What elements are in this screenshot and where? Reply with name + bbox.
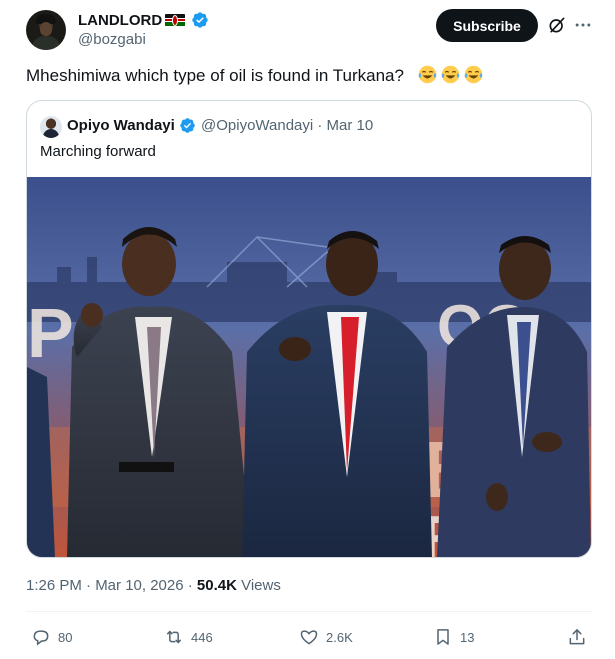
divider xyxy=(26,611,592,612)
like-button[interactable]: 2.6K xyxy=(299,627,353,647)
views-count: 50.4K xyxy=(196,577,237,594)
quoted-author-avatar[interactable] xyxy=(40,116,62,138)
verified-badge-icon xyxy=(180,118,195,133)
quoted-tweet-card[interactable]: Opiyo Wandayi @OpiyoWandayi · Mar 10 Mar… xyxy=(26,100,592,558)
quoted-author-name-row[interactable]: Opiyo Wandayi xyxy=(67,117,196,134)
quoted-tweet-text: Marching forward xyxy=(40,143,156,160)
author-avatar[interactable] xyxy=(26,10,66,50)
tweet-meta: 1:26 PM · Mar 10, 2026 · 50.4K Views xyxy=(26,577,281,594)
bookmark-button[interactable]: 13 xyxy=(433,627,474,647)
quoted-tweet-photo[interactable]: P OO B RO xyxy=(27,177,591,558)
quoted-author-name[interactable]: Opiyo Wandayi xyxy=(67,117,175,134)
subscribe-button[interactable]: Subscribe xyxy=(436,9,538,42)
share-icon xyxy=(569,629,585,645)
more-options-icon[interactable] xyxy=(573,15,593,35)
bookmark-icon xyxy=(437,629,449,645)
tweet-text: Mheshimiwa which type of oil is found in… xyxy=(26,66,404,85)
tweet: LANDLORD @bozgabi Subscribe Mheshimiwa w… xyxy=(0,0,615,659)
share-button[interactable] xyxy=(567,627,587,647)
svg-text:P: P xyxy=(27,294,74,372)
repost-count: 446 xyxy=(191,629,213,645)
bookmark-count: 13 xyxy=(460,629,475,645)
reply-button[interactable]: 80 xyxy=(31,627,72,647)
laugh-crying-icon xyxy=(418,65,437,84)
repost-button[interactable]: 446 xyxy=(164,627,213,647)
kenya-flag-icon xyxy=(165,13,186,27)
laugh-crying-icon xyxy=(464,65,483,84)
verified-badge-icon xyxy=(192,12,208,28)
reply-icon xyxy=(33,630,49,646)
laugh-crying-icon xyxy=(441,65,460,84)
author-name[interactable]: LANDLORD xyxy=(78,12,162,29)
author-name-row[interactable]: LANDLORD xyxy=(78,11,209,29)
repost-icon xyxy=(167,630,181,644)
grok-icon[interactable] xyxy=(547,15,567,35)
timestamp[interactable]: 1:26 PM · Mar 10, 2026 · xyxy=(26,577,197,594)
author-handle[interactable]: @bozgabi xyxy=(78,31,146,48)
quoted-handle-date[interactable]: @OpiyoWandayi · Mar 10 xyxy=(201,117,373,134)
like-count: 2.6K xyxy=(326,629,353,645)
views-label: Views xyxy=(236,577,281,594)
reply-count: 80 xyxy=(58,629,73,645)
heart-icon xyxy=(300,630,318,645)
emoji-row xyxy=(417,64,484,85)
